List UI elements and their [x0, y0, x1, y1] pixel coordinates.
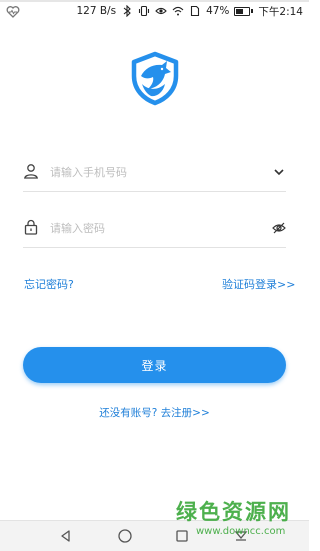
password-field[interactable]: 请输入密码 — [23, 211, 286, 248]
watermark-title: 绿色资源网 — [176, 500, 291, 524]
eye-off-icon[interactable] — [272, 220, 286, 234]
battery-percent: 47% — [206, 5, 230, 17]
code-login-link[interactable]: 验证码登录>> — [222, 276, 295, 292]
password-placeholder: 请输入密码 — [50, 222, 105, 235]
register-link[interactable]: 还没有账号? 去注册>> — [0, 405, 309, 420]
login-button[interactable]: 登录 — [23, 347, 286, 383]
chevron-down-icon[interactable] — [272, 164, 286, 178]
bluetooth-icon — [121, 5, 133, 17]
user-icon — [23, 163, 39, 179]
status-bar: 127 B/s 47% 下午2:14 — [0, 0, 309, 20]
watermark-url: www.downcc.com — [196, 526, 286, 537]
status-bar-top-line — [0, 0, 309, 2]
lock-icon — [23, 219, 39, 235]
eye-comfort-icon — [155, 5, 167, 17]
back-icon[interactable] — [57, 527, 75, 545]
status-time: 下午2:14 — [258, 5, 303, 18]
recents-icon[interactable] — [173, 527, 191, 545]
forgot-password-link[interactable]: 忘记密码? — [24, 276, 74, 292]
vibrate-icon — [138, 5, 150, 17]
wifi-icon — [172, 5, 184, 17]
phone-placeholder: 请输入手机号码 — [50, 166, 127, 179]
sim-card-icon — [189, 5, 201, 17]
home-icon[interactable] — [116, 527, 134, 545]
heart-monitor-icon — [6, 4, 20, 18]
network-speed: 127 B/s — [76, 5, 117, 17]
battery-icon — [234, 6, 254, 16]
app-logo — [129, 50, 181, 106]
phone-field[interactable]: 请输入手机号码 — [23, 155, 286, 192]
